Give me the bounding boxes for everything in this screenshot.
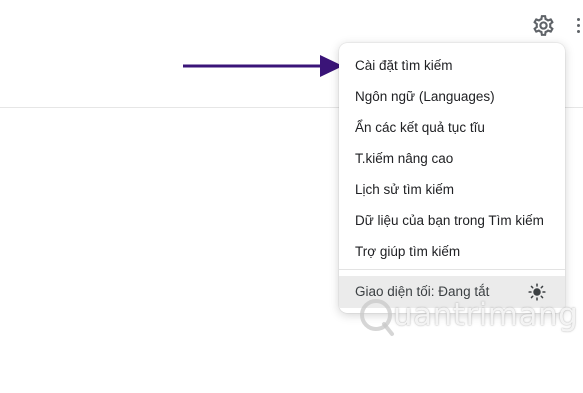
more-vertical-icon[interactable] — [572, 14, 583, 38]
menu-item-search-help[interactable]: Trợ giúp tìm kiếm — [339, 236, 565, 267]
gear-icon[interactable] — [531, 13, 556, 38]
dark-theme-toggle[interactable]: Giao diện tối: Đang tắt — [339, 276, 565, 308]
dark-theme-label: Giao diện tối: Đang tắt — [355, 284, 490, 299]
arrow-right-icon — [183, 55, 343, 77]
menu-item-search-settings[interactable]: Cài đặt tìm kiếm — [339, 50, 565, 81]
menu-item-hide-explicit[interactable]: Ẩn các kết quả tục tĩu — [339, 112, 565, 143]
sun-icon — [528, 283, 546, 301]
menu-item-languages[interactable]: Ngôn ngữ (Languages) — [339, 81, 565, 112]
menu-item-your-data[interactable]: Dữ liệu của bạn trong Tìm kiếm — [339, 205, 565, 236]
menu-item-advanced-search[interactable]: T.kiếm nâng cao — [339, 143, 565, 174]
settings-menu: Cài đặt tìm kiếm Ngôn ngữ (Languages) Ẩn… — [339, 43, 565, 313]
menu-divider — [339, 269, 565, 270]
menu-item-search-history[interactable]: Lịch sử tìm kiếm — [339, 174, 565, 205]
